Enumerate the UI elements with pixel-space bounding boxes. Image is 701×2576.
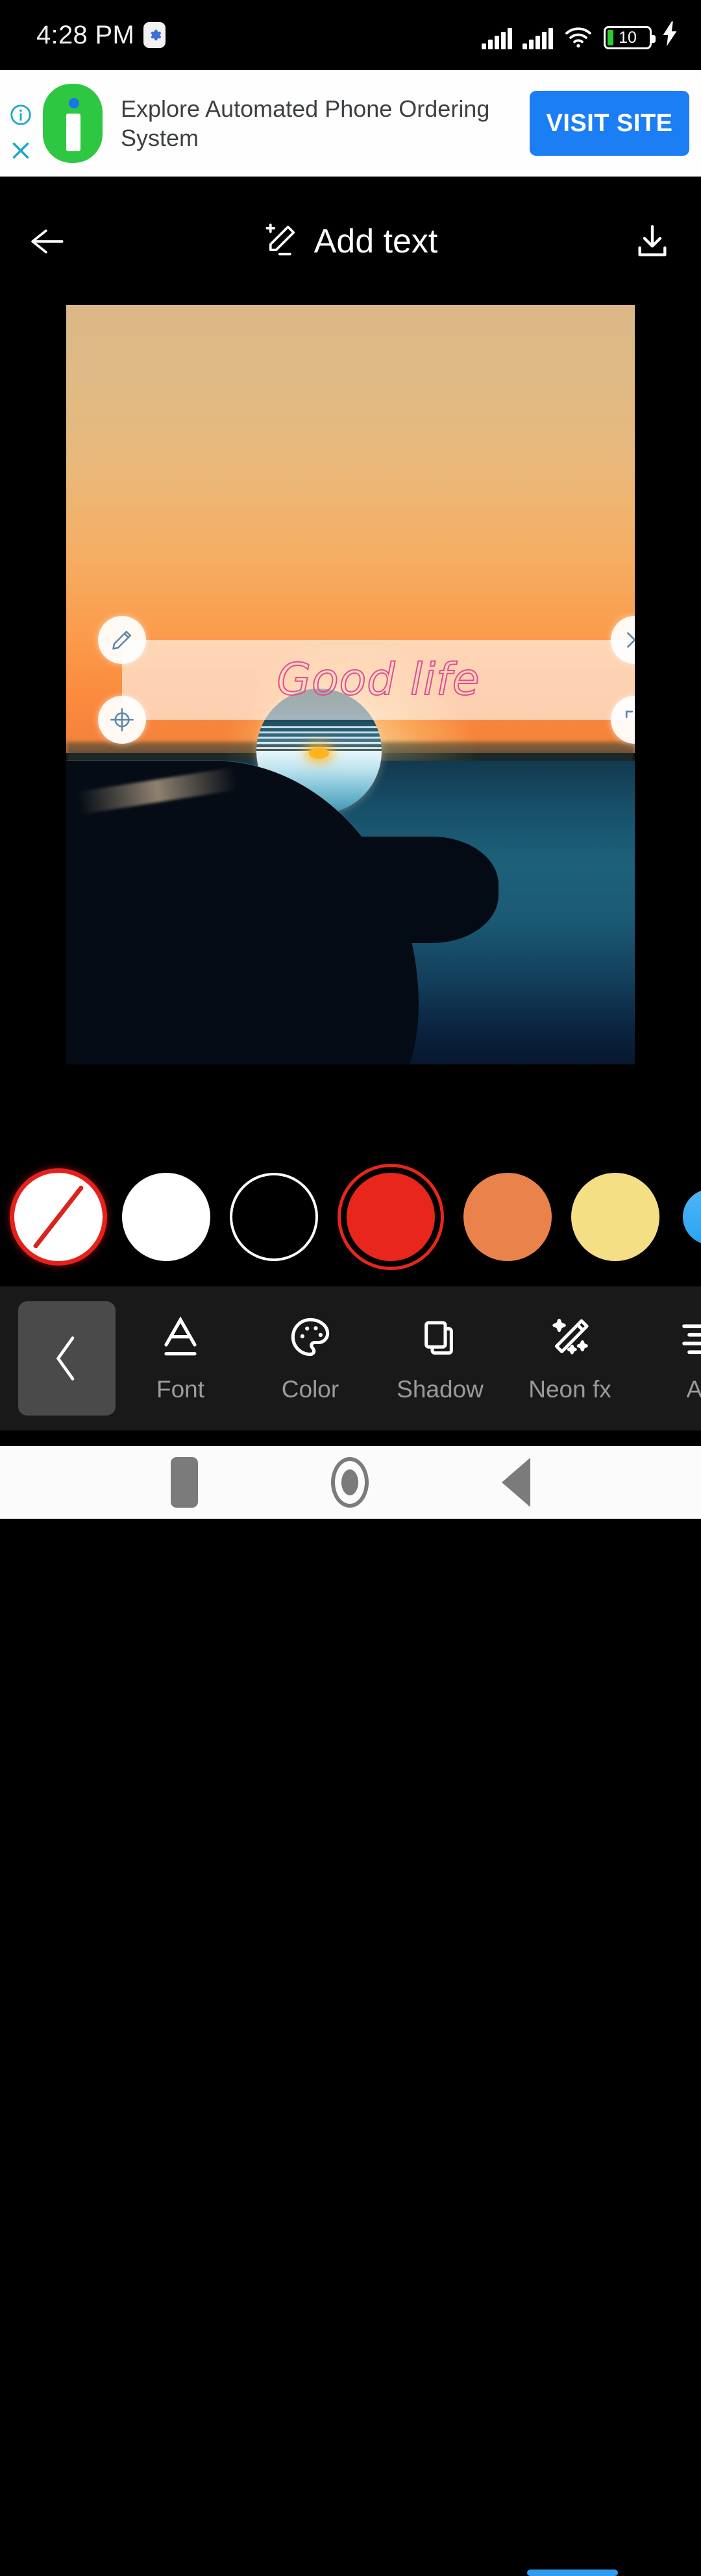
android-navigation-bar[interactable]	[0, 1446, 701, 1519]
signal-bars-icon	[523, 27, 553, 49]
square-recents-icon[interactable]	[171, 1457, 198, 1508]
infobip-logo-icon	[43, 84, 103, 163]
save-download-button[interactable]	[604, 223, 701, 260]
lightning-bolt-icon	[662, 21, 679, 49]
status-bar: 4:28 PM 10	[0, 0, 701, 70]
ad-meta-controls	[0, 70, 42, 177]
editor-toolbar[interactable]: Font Color Shadow	[0, 1286, 701, 1430]
status-time: 4:28 PM	[36, 21, 134, 50]
wifi-icon	[563, 26, 593, 49]
swatch-yellow[interactable]	[571, 1173, 659, 1261]
close-icon[interactable]	[9, 139, 32, 166]
swatch-black[interactable]	[230, 1173, 318, 1261]
add-text-pencil-icon	[264, 222, 300, 262]
pencil-icon[interactable]	[98, 616, 146, 664]
tool-align-label: Ali	[686, 1376, 701, 1403]
advertisement-banner[interactable]: Explore Automated Phone Ordering System …	[0, 70, 701, 177]
info-icon[interactable]	[9, 103, 32, 130]
tool-color[interactable]: Color	[245, 1314, 375, 1403]
move-crosshair-icon[interactable]	[98, 696, 146, 744]
tool-neon-fx[interactable]: Neon fx	[505, 1314, 635, 1403]
layers-shadow-icon	[419, 1314, 461, 1359]
ad-headline: Explore Automated Phone Ordering System	[103, 94, 530, 153]
photo-canvas[interactable]: Good life	[66, 305, 635, 1064]
swatch-white[interactable]	[122, 1173, 210, 1261]
toolbar-back-button[interactable]	[18, 1301, 116, 1416]
page-title: Add text	[314, 222, 438, 261]
overlay-text[interactable]: Good life	[277, 654, 480, 705]
color-swatch-row[interactable]	[0, 1155, 701, 1279]
gear-icon	[143, 22, 166, 48]
visit-site-button[interactable]: VISIT SITE	[530, 91, 689, 156]
back-button[interactable]	[0, 225, 97, 258]
swatch-red[interactable]	[347, 1173, 435, 1261]
tool-shadow-label: Shadow	[397, 1376, 484, 1403]
text-overlay-widget[interactable]: Good life	[122, 640, 635, 720]
swatch-orange[interactable]	[463, 1173, 552, 1261]
tool-shadow[interactable]: Shadow	[375, 1314, 505, 1403]
palette-icon	[288, 1314, 332, 1359]
circle-home-icon[interactable]	[331, 1457, 369, 1508]
app-header: Add text	[0, 177, 701, 306]
tool-font-label: Font	[156, 1376, 204, 1403]
tool-color-label: Color	[282, 1376, 339, 1403]
header-title-group: Add text	[97, 222, 604, 262]
signal-bars-icon	[482, 27, 512, 49]
chevron-right-icon[interactable]	[683, 1189, 701, 1245]
magic-wand-sparkle-icon	[548, 1314, 591, 1359]
tool-font[interactable]: Font	[116, 1314, 245, 1403]
status-bar-right: 10	[482, 21, 679, 49]
battery-level: 10	[606, 28, 650, 47]
text-overlay-background[interactable]: Good life	[122, 640, 635, 720]
triangle-back-icon[interactable]	[502, 1458, 530, 1507]
tool-align[interactable]: Ali	[635, 1314, 701, 1403]
font-letter-a-icon	[159, 1314, 202, 1359]
toolbar-scroll-indicator	[527, 2570, 618, 2576]
text-align-icon	[679, 1314, 701, 1359]
toolbar-items[interactable]: Font Color Shadow	[116, 1314, 701, 1403]
tool-neon-fx-label: Neon fx	[528, 1376, 611, 1403]
status-bar-left: 4:28 PM	[36, 21, 166, 50]
swatch-none[interactable]	[14, 1173, 103, 1261]
battery-icon: 10	[604, 26, 652, 49]
